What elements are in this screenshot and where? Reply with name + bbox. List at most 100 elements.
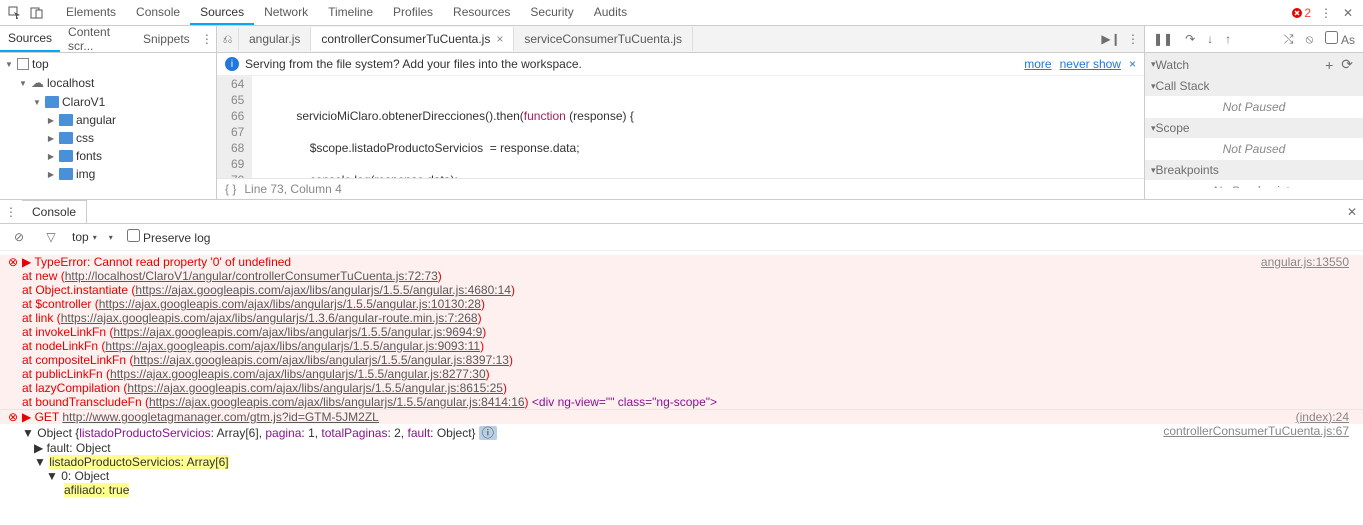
close-devtools-icon[interactable]: ✕ [1337,2,1359,24]
step-out-icon[interactable]: ↑ [1225,32,1231,46]
tree-folder[interactable]: angular [0,111,216,129]
refresh-watch-icon[interactable]: ⟳ [1337,56,1357,73]
file-tab[interactable]: angular.js [239,27,311,51]
stack-frame: at compositeLinkFn (https://ajax.googlea… [0,353,1363,367]
tree-folder[interactable]: img [0,165,216,183]
filter-icon[interactable]: ▽ [40,226,62,248]
url-link[interactable]: https://ajax.googleapis.com/ajax/libs/an… [149,395,525,409]
tab-console[interactable]: Console [126,1,190,25]
code-content: servicioMiClaro.obtenerDirecciones().the… [252,76,663,178]
object-property: afiliado: true [22,483,1359,497]
inspect-icon[interactable] [4,2,26,24]
debugger-panel: ❚❚ ↷ ↓ ↑ ⤭ ⦸ As Watch+⟳ Call Stack Not P… [1144,26,1363,199]
pause-exceptions-icon[interactable]: ⦸ [1305,32,1313,47]
url-link[interactable]: https://ajax.googleapis.com/ajax/libs/an… [61,311,478,325]
object-property[interactable]: ▼ 0: Object [22,469,1359,483]
device-icon[interactable] [26,2,48,24]
file-tab-active[interactable]: controllerConsumerTuCuenta.js× [311,27,514,51]
url-link[interactable]: http://www.googletagmanager.com/gtm.js?i… [62,410,378,424]
url-link[interactable]: http://localhost/ClaroV1/angular/control… [65,269,438,283]
file-tab[interactable]: serviceConsumerTuCuenta.js [514,27,693,51]
stack-frame: at lazyCompilation (https://ajax.googlea… [0,381,1363,395]
deactivate-bp-icon[interactable]: ⤭ [1284,32,1294,47]
console-toolbar: ⊘ ▽ top Preserve log [0,224,1363,251]
history-back-icon[interactable]: ⎌ [217,28,239,50]
snippets-subtab[interactable]: Snippets [135,27,198,51]
more-file-icon[interactable]: ⋮ [1122,28,1144,50]
object-property[interactable]: ▶ fault: Object [22,441,1359,455]
breakpoints-section[interactable]: Breakpoints [1145,160,1363,180]
tab-audits[interactable]: Audits [584,1,637,25]
tab-timeline[interactable]: Timeline [318,1,383,25]
context-selector[interactable]: top [72,230,97,244]
close-icon[interactable]: × [496,32,503,46]
error-icon: ⊗ [4,410,22,424]
more-subtab-icon[interactable]: ⋮ [198,28,216,50]
info-text: Serving from the file system? Add your f… [245,57,582,71]
debugger-toolbar: ❚❚ ↷ ↓ ↑ ⤭ ⦸ As [1145,26,1363,53]
url-link[interactable]: https://ajax.googleapis.com/ajax/libs/an… [99,297,481,311]
watch-section[interactable]: Watch+⟳ [1145,53,1363,76]
stack-frame: at link (https://ajax.googleapis.com/aja… [0,311,1363,325]
close-drawer-icon[interactable]: ✕ [1341,201,1363,223]
add-watch-icon[interactable]: + [1321,57,1337,73]
async-checkbox[interactable]: As [1325,31,1355,47]
url-link[interactable]: https://ajax.googleapis.com/ajax/libs/an… [133,353,509,367]
devtools-tabs-bar: Elements Console Sources Network Timelin… [0,0,1363,26]
tab-profiles[interactable]: Profiles [383,1,443,25]
source-link[interactable]: angular.js:13550 [1261,255,1359,269]
drawer-more-icon[interactable]: ⋮ [0,201,22,223]
console-output[interactable]: ⊗ ▶ TypeError: Cannot read property '0' … [0,251,1363,525]
callstack-section[interactable]: Call Stack [1145,76,1363,96]
url-link[interactable]: https://ajax.googleapis.com/ajax/libs/an… [135,283,511,297]
tab-security[interactable]: Security [520,1,583,25]
tab-resources[interactable]: Resources [443,1,520,25]
expand-icon[interactable]: ▼ [22,426,34,440]
navigator-panel: Sources Content scr... Snippets ⋮ top lo… [0,26,217,199]
url-link[interactable]: https://ajax.googleapis.com/ajax/libs/an… [113,325,482,339]
info-more-link[interactable]: more [1024,57,1051,71]
more-icon[interactable]: ⋮ [1315,2,1337,24]
frame-icon [17,58,29,70]
step-over-icon[interactable]: ↷ [1185,32,1195,46]
url-link[interactable]: https://ajax.googleapis.com/ajax/libs/an… [110,367,486,381]
run-icon[interactable]: ▶❙ [1100,28,1122,50]
tab-sources[interactable]: Sources [190,1,254,25]
tab-network[interactable]: Network [254,1,318,25]
line-gutter: 64656667686970 [217,76,252,178]
tree-top[interactable]: top [0,55,216,73]
pause-icon[interactable]: ❚❚ [1153,32,1173,46]
sources-subtab[interactable]: Sources [0,26,60,52]
level-selector[interactable] [107,233,117,242]
folder-icon [59,150,73,162]
preserve-log-checkbox[interactable]: Preserve log [127,229,211,245]
cursor-position: Line 73, Column 4 [244,182,341,196]
source-link[interactable]: (index):24 [1296,410,1359,424]
error-message: TypeError: Cannot read property '0' of u… [34,255,291,269]
clear-console-icon[interactable]: ⊘ [8,226,30,248]
expand-icon[interactable]: ▶ [22,410,31,424]
step-into-icon[interactable]: ↓ [1207,32,1213,46]
drawer-tab-console[interactable]: Console [22,200,87,223]
url-link[interactable]: https://ajax.googleapis.com/ajax/libs/an… [105,339,480,353]
url-link[interactable]: https://ajax.googleapis.com/ajax/libs/an… [127,381,503,395]
code-editor[interactable]: 64656667686970 servicioMiClaro.obtenerDi… [217,76,1144,178]
object-property[interactable]: ▼ listadoProductoServicios: Array[6] [22,455,1359,469]
tree-host[interactable]: localhost [0,73,216,93]
cloud-icon [31,75,44,91]
close-icon[interactable]: × [1129,57,1136,71]
stack-frame: at invokeLinkFn (https://ajax.googleapis… [0,325,1363,339]
tree-folder-root[interactable]: ClaroV1 [0,93,216,111]
source-link[interactable]: controllerConsumerTuCuenta.js:67 [1163,424,1359,441]
stack-frame: at nodeLinkFn (https://ajax.googleapis.c… [0,339,1363,353]
folder-icon [59,114,73,126]
editor-status-bar: { } Line 73, Column 4 [217,178,1144,199]
info-never-link[interactable]: never show [1060,57,1121,71]
scope-empty: Not Paused [1145,138,1363,160]
tree-folder[interactable]: css [0,129,216,147]
braces-icon[interactable]: { } [225,182,236,196]
error-counter[interactable]: 2 [1288,6,1315,20]
scope-section[interactable]: Scope [1145,118,1363,138]
tree-folder[interactable]: fonts [0,147,216,165]
expand-icon[interactable]: ▶ [22,255,31,269]
